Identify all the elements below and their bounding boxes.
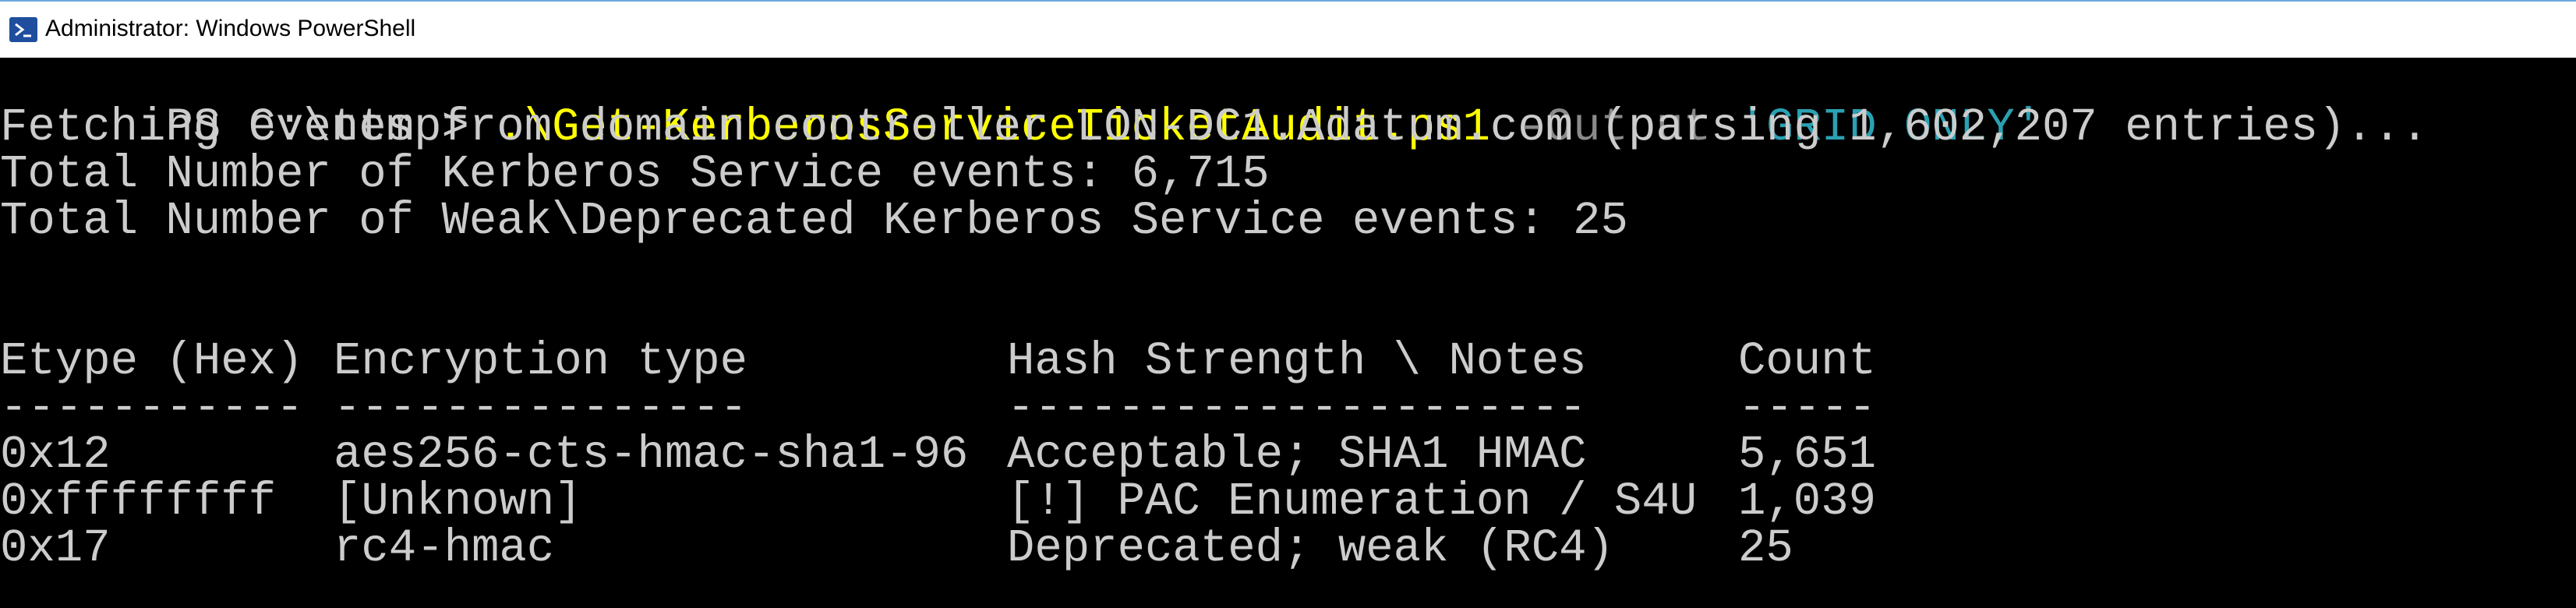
- cell-encryption-type: rc4-hmac: [334, 522, 555, 574]
- cell-hash-strength: Deprecated; weak (RC4): [1007, 522, 1614, 574]
- column-header-encryption-type: Encryption type: [334, 335, 748, 387]
- table-row: 0x12 aes256-cts-hmac-sha1-96 Acceptable;…: [0, 429, 1876, 481]
- column-header-etype: Etype (Hex): [0, 335, 304, 387]
- column-header-hash-strength: Hash Strength \ Notes: [1007, 335, 1587, 387]
- output-line-weak-events: Total Number of Weak\Deprecated Kerberos…: [0, 195, 1628, 247]
- cell-etype: 0x12: [0, 429, 111, 481]
- cell-etype: 0x17: [0, 522, 111, 574]
- powershell-icon: [9, 17, 37, 42]
- table-row: 0x17 rc4-hmac Deprecated; weak (RC4) 25: [0, 522, 1793, 574]
- table-separator-row: ----------- --------------- ------------…: [0, 385, 1876, 432]
- console-output[interactable]: PS C:\temp> .\Get-KerberosServiceTicketA…: [0, 58, 2576, 608]
- separator-encryption-type: ---------------: [334, 382, 748, 434]
- separator-hash-strength: ---------------------: [1007, 382, 1587, 434]
- cell-encryption-type: [Unknown]: [334, 475, 582, 528]
- separator-etype: -----------: [0, 382, 304, 434]
- table-header-row: Etype (Hex) Encryption type Hash Strengt…: [0, 338, 1876, 385]
- table-row: 0xffffffff [Unknown] [!] PAC Enumeration…: [0, 479, 1876, 525]
- cell-count: 5,651: [1738, 429, 1877, 481]
- cell-hash-strength: Acceptable; SHA1 HMAC: [1007, 429, 1587, 481]
- cell-encryption-type: aes256-cts-hmac-sha1-96: [334, 429, 969, 481]
- column-header-count: Count: [1738, 335, 1877, 387]
- powershell-window: Administrator: Windows PowerShell PS C:\…: [0, 0, 2576, 608]
- window-title: Administrator: Windows PowerShell: [45, 16, 416, 41]
- title-bar[interactable]: Administrator: Windows PowerShell: [0, 0, 2576, 58]
- cell-hash-strength: [!] PAC Enumeration / S4U: [1007, 475, 1698, 528]
- output-line-fetching: Fetching events from domain controller L…: [0, 101, 2429, 154]
- output-line-total-events: Total Number of Kerberos Service events:…: [0, 148, 1270, 200]
- separator-count: -----: [1738, 382, 1877, 434]
- cell-etype: 0xffffffff: [0, 475, 277, 528]
- cell-count: 25: [1738, 522, 1793, 574]
- command-line: PS C:\temp> .\Get-KerberosServiceTicketA…: [0, 58, 2042, 151]
- cell-count: 1,039: [1738, 475, 1877, 528]
